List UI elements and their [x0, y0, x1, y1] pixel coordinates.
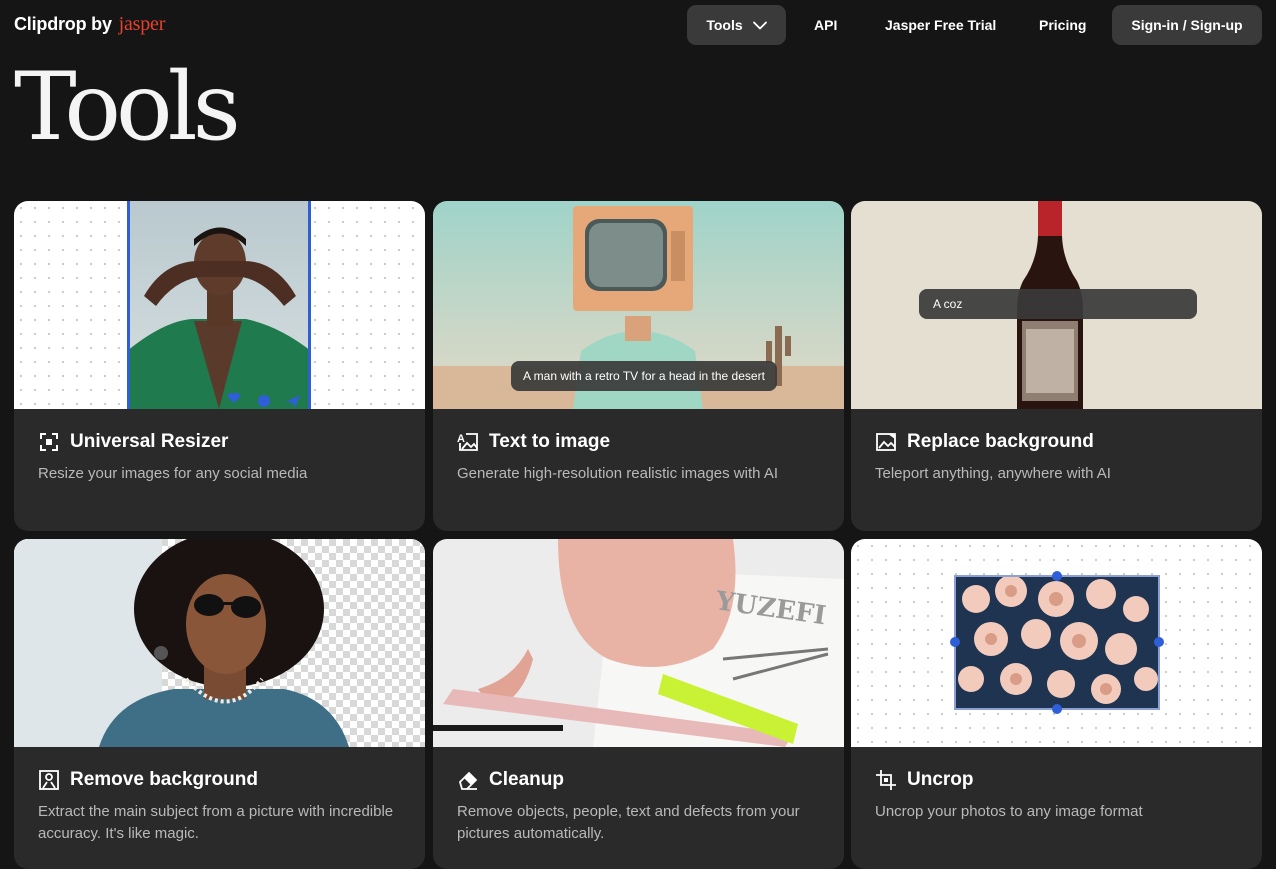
crop-icon [876, 770, 896, 790]
api-link[interactable]: API [814, 5, 837, 45]
eraser-icon [458, 771, 478, 790]
resize-icon [40, 433, 58, 451]
sign-in-button[interactable]: Sign-in / Sign-up [1112, 5, 1262, 45]
chevron-down-icon [752, 21, 767, 29]
card-description: Resize your images for any social media [38, 465, 308, 482]
card-title: Universal Resizer [70, 431, 229, 452]
jasper-brand: jasper [118, 13, 166, 35]
card-title-row: Universal Resizer [38, 431, 228, 453]
logo-text: Clipdrop by [14, 14, 112, 34]
tool-card-text-to-image[interactable]: A man with a retro TV for a head in the … [433, 201, 844, 531]
page-title: Tools [14, 53, 241, 162]
tool-card-remove-background[interactable]: Remove background Extract the main subje… [14, 539, 425, 869]
cleanup-thumbnail: YUZEFI [433, 539, 844, 747]
card-title: Cleanup [489, 769, 564, 790]
card-title-row: Cleanup [457, 769, 564, 791]
card-description: Teleport anything, anywhere with AI [875, 465, 1111, 482]
text-to-image-icon: A [457, 433, 478, 451]
tool-card-universal-resizer[interactable]: Universal Resizer Resize your images for… [14, 201, 425, 531]
card-description: Extract the main subject from a picture … [38, 803, 394, 842]
card-title-row: Remove background [38, 769, 258, 791]
tool-card-uncrop[interactable]: Uncrop Uncrop your photos to any image f… [851, 539, 1262, 869]
jasper-free-trial-link[interactable]: Jasper Free Trial [885, 5, 996, 45]
pricing-link[interactable]: Pricing [1039, 5, 1086, 45]
card-description: Generate high-resolution realistic image… [457, 465, 778, 482]
top-nav: Clipdrop by jasper Tools API Jasper Free… [0, 0, 1276, 50]
clipdrop-logo[interactable]: Clipdrop by jasper [14, 13, 165, 36]
card-title-row: A Text to image [457, 431, 610, 453]
remove-background-thumbnail [14, 539, 425, 747]
card-description: Uncrop your photos to any image format [875, 803, 1143, 820]
tool-card-replace-background[interactable]: A coz Replace background Teleport anythi… [851, 201, 1262, 531]
tools-menu-button[interactable]: Tools [687, 5, 786, 45]
uncrop-thumbnail [851, 539, 1262, 747]
replace-background-thumbnail: A coz [851, 201, 1262, 409]
card-title-row: Replace background [875, 431, 1094, 453]
replace-background-prompt: A coz [919, 289, 1197, 319]
card-title: Remove background [70, 769, 258, 790]
replace-background-icon [876, 433, 896, 451]
card-title: Replace background [907, 431, 1094, 452]
universal-resizer-thumbnail [14, 201, 425, 409]
card-description: Remove objects, people, text and defects… [457, 803, 800, 842]
card-title-row: Uncrop [875, 769, 974, 791]
card-title: Text to image [489, 431, 611, 452]
remove-background-icon [39, 770, 59, 790]
tool-card-cleanup[interactable]: YUZEFI Cleanup Remove objects, people, t… [433, 539, 844, 869]
text-to-image-thumbnail: A man with a retro TV for a head in the … [433, 201, 844, 409]
tools-label: Tools [706, 17, 743, 33]
svg-text:A: A [457, 433, 465, 445]
card-title: Uncrop [907, 769, 974, 790]
text-to-image-prompt: A man with a retro TV for a head in the … [511, 361, 777, 391]
